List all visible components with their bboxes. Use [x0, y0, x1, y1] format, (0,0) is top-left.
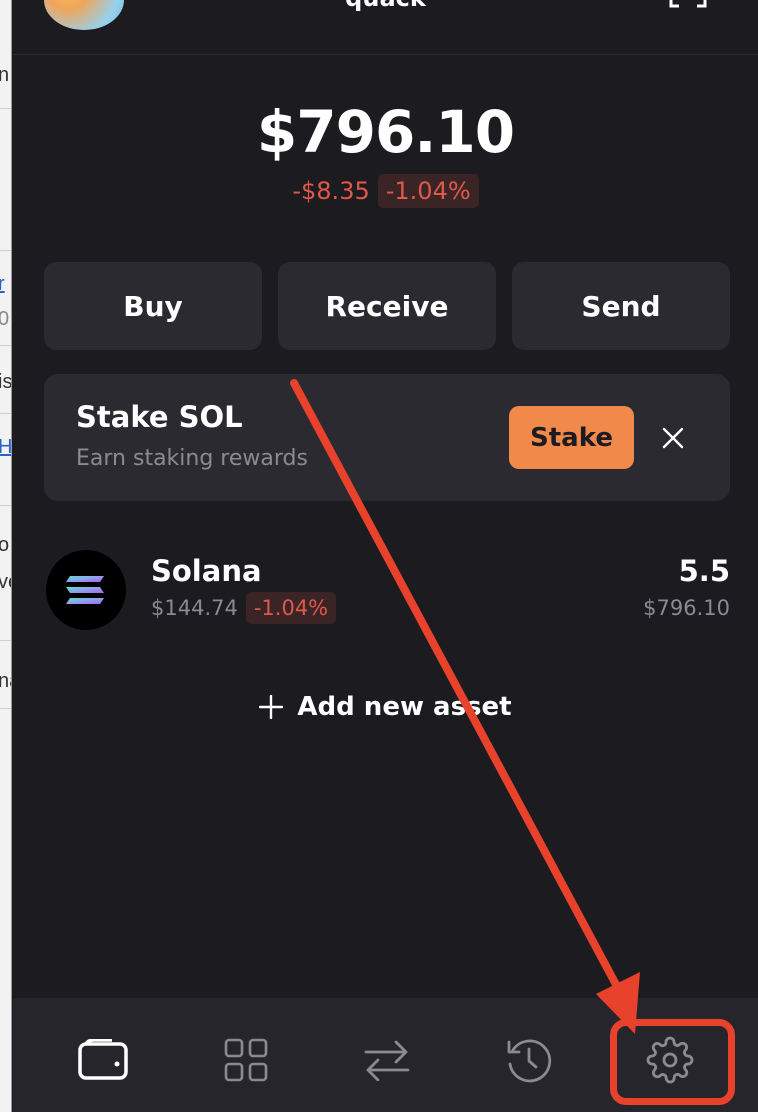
buy-button[interactable]: Buy — [44, 262, 262, 350]
close-icon[interactable] — [661, 426, 685, 450]
divider — [0, 345, 11, 346]
background-text-fragment: o — [0, 534, 9, 557]
asset-amount: 5.5 — [678, 554, 730, 588]
nav-wallet[interactable] — [77, 1036, 129, 1084]
nav-apps[interactable] — [220, 1036, 272, 1084]
change-amount: -$8.35 — [292, 177, 370, 205]
add-new-asset-label: Add new asset — [297, 692, 512, 722]
divider — [0, 413, 11, 414]
stake-sol-card: Stake SOL Earn staking rewards Stake — [44, 374, 730, 501]
divider — [0, 640, 11, 641]
wallet-icon — [78, 1039, 128, 1080]
stake-button[interactable]: Stake — [509, 406, 634, 469]
add-new-asset-button[interactable]: Add new asset — [13, 692, 758, 722]
send-button[interactable]: Send — [512, 262, 730, 350]
plus-icon — [259, 695, 284, 719]
background-window-strip: n r 0 is H o ve na — [0, 0, 12, 1112]
background-text-fragment: is — [0, 371, 12, 393]
background-text-fragment: n — [0, 64, 9, 87]
background-link-fragment[interactable]: H — [0, 436, 11, 459]
receive-button[interactable]: Receive — [278, 262, 496, 350]
change-percent-badge: -1.04% — [377, 174, 479, 208]
bottom-navigation — [13, 998, 758, 1112]
settings-gear-icon — [646, 1036, 694, 1084]
expand-corners-icon[interactable] — [669, 0, 707, 10]
asset-price-row: $144.74 -1.04% — [151, 592, 337, 624]
background-text-fragment: na — [0, 670, 11, 693]
divider — [0, 108, 11, 109]
nav-swap[interactable] — [361, 1036, 413, 1084]
divider — [0, 250, 11, 251]
background-text-fragment: 0 — [0, 308, 9, 331]
swap-icon — [364, 1040, 410, 1081]
stake-card-subtitle: Earn staking rewards — [76, 446, 308, 471]
wallet-app: quack $796.10 -$8.35 -1.04% Buy Receive … — [13, 0, 758, 1112]
nav-history[interactable] — [503, 1036, 555, 1084]
asset-row-solana[interactable]: Solana $144.74 -1.04% 5.5 $796.10 — [46, 550, 730, 630]
solana-logo-icon — [46, 550, 126, 630]
asset-price: $144.74 — [151, 596, 238, 620]
asset-name: Solana — [151, 554, 262, 588]
total-balance: $796.10 — [256, 98, 515, 166]
divider — [0, 505, 11, 506]
stake-card-title: Stake SOL — [76, 400, 243, 434]
divider — [0, 708, 11, 709]
asset-value: $796.10 — [643, 596, 730, 620]
history-icon — [507, 1039, 552, 1083]
background-text-fragment: ve — [0, 571, 11, 594]
balance-change: -$8.35 -1.04% — [13, 174, 758, 208]
asset-change-badge: -1.04% — [245, 592, 337, 624]
top-bar: quack — [13, 0, 758, 55]
account-name[interactable]: quack — [13, 0, 758, 12]
background-link-fragment[interactable]: r — [0, 273, 5, 296]
apps-grid-icon — [224, 1038, 268, 1082]
nav-settings[interactable] — [644, 1036, 696, 1084]
